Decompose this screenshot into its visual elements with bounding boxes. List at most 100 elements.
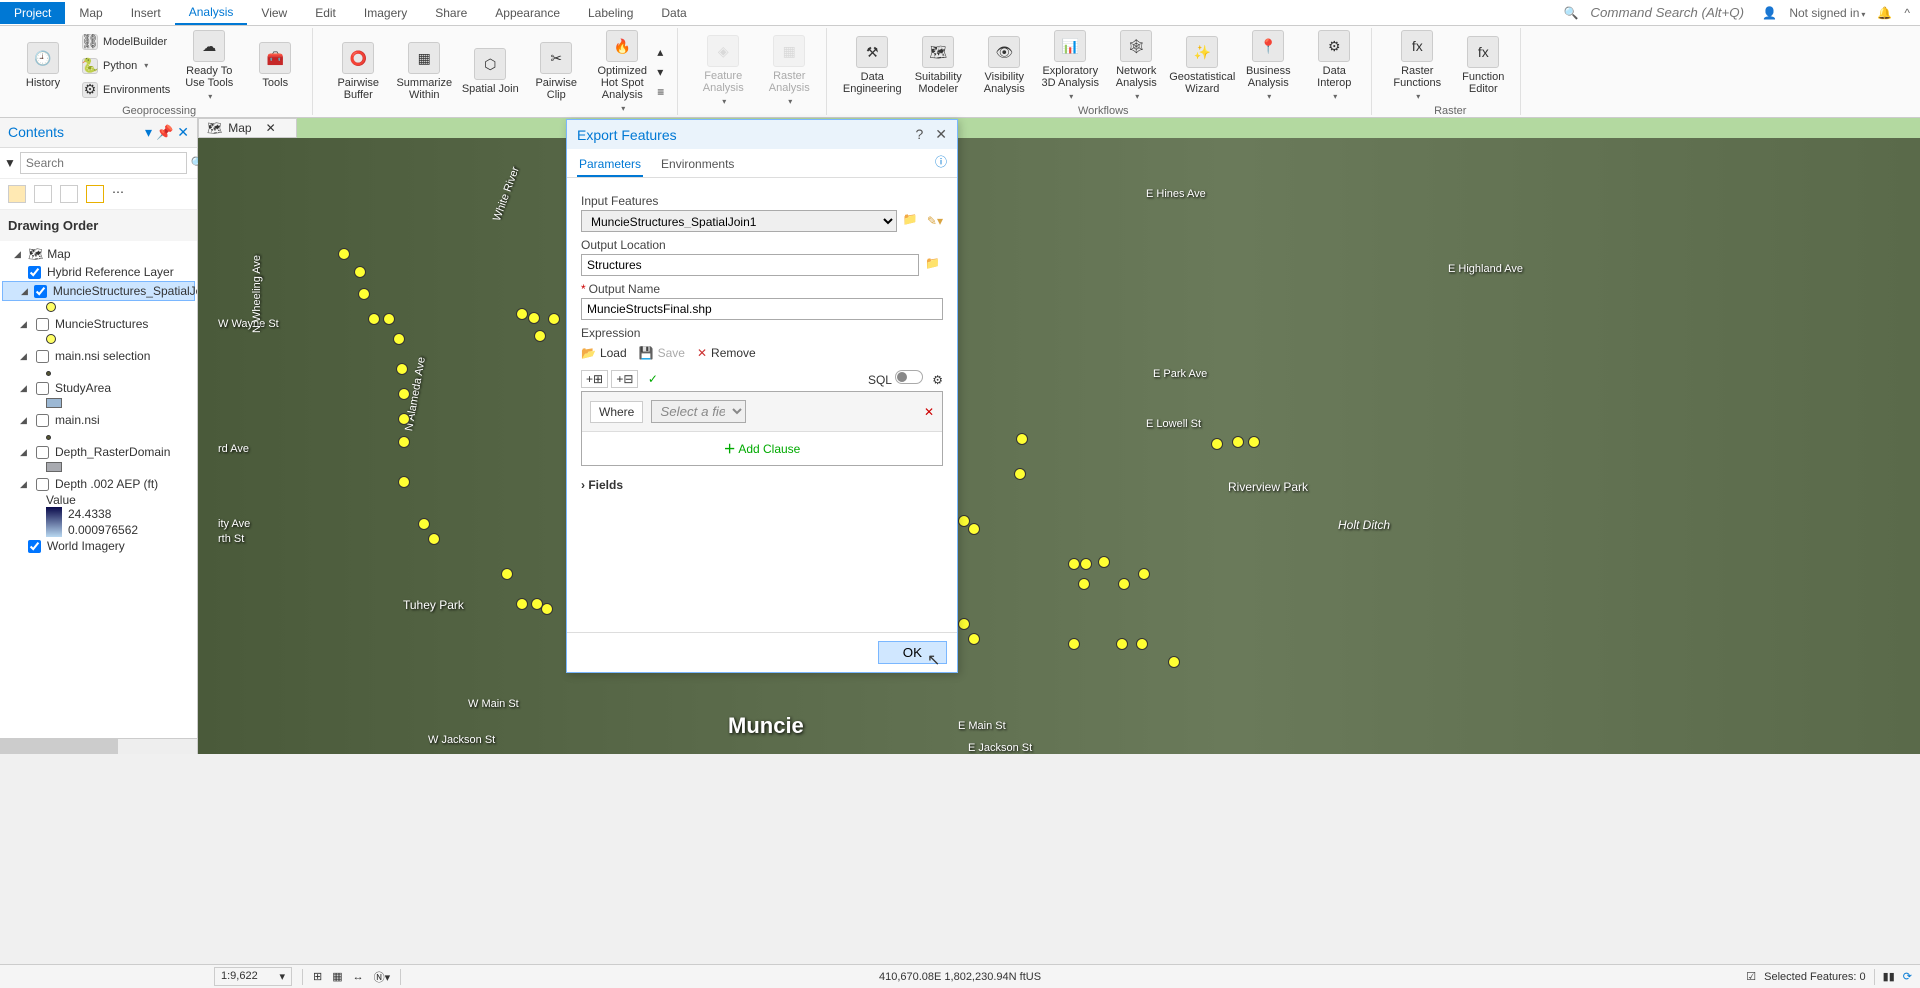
modelbuilder-button[interactable]: ⛓ModelBuilder [78, 31, 174, 53]
function-editor-button[interactable]: fxFunction Editor [1452, 34, 1514, 97]
geostatistical-wizard-button[interactable]: ✨Geostatistical Wizard [1171, 34, 1233, 97]
status-icon-1[interactable]: ⊞ [313, 970, 322, 983]
tools-gallery-up-icon[interactable]: ▴ [657, 45, 671, 59]
pane-options-icon[interactable]: ▾ [145, 124, 152, 140]
tools-gallery-more-icon[interactable]: ≡ [657, 85, 671, 99]
filter-icon[interactable]: ▼ [4, 156, 16, 170]
list-by-source-icon[interactable] [34, 185, 52, 203]
tools-button[interactable]: 🧰Tools [244, 40, 306, 91]
tab-labeling[interactable]: Labeling [574, 2, 647, 24]
layer-muncie-structures[interactable]: ◢MuncieStructures [2, 315, 195, 333]
output-name-input[interactable] [581, 298, 943, 320]
list-by-selection-icon[interactable] [60, 185, 78, 203]
layer-spatial-join-checkbox[interactable] [34, 285, 47, 298]
settings-gear-icon 2[interactable]: ⚙ [932, 373, 943, 387]
suitability-modeler-button[interactable]: 🗺Suitability Modeler [907, 34, 969, 97]
python-button[interactable]: 🐍Python [78, 55, 174, 77]
tab-insert[interactable]: Insert [117, 2, 175, 24]
layer-main-nsi[interactable]: ◢main.nsi [2, 411, 195, 429]
layer-hybrid-checkbox[interactable] [28, 266, 41, 279]
layer-depth-aep-checkbox[interactable] [36, 478, 49, 491]
raster-functions-button[interactable]: fxRaster Functions [1386, 28, 1448, 103]
tab-imagery[interactable]: Imagery [350, 2, 421, 24]
visibility-analysis-button[interactable]: 👁Visibility Analysis [973, 34, 1035, 97]
refresh-icon[interactable]: ⟳ [1903, 970, 1912, 983]
pairwise-clip-button[interactable]: ✂Pairwise Clip [525, 40, 587, 103]
layer-depth-aep[interactable]: ◢Depth .002 AEP (ft) [2, 475, 195, 493]
history-button[interactable]: 🕘History [12, 40, 74, 91]
dialog-help-icon[interactable]: ? [915, 126, 923, 143]
browse-input-icon[interactable]: 📁 [903, 212, 921, 230]
summarize-within-button[interactable]: ▦Summarize Within [393, 40, 455, 103]
dialog-tab-parameters[interactable]: Parameters [577, 153, 643, 177]
map-view[interactable]: 🗺Map ✕ W Wayne St W Main St E Main St W … [198, 118, 1920, 754]
data-engineering-button[interactable]: ⚒Data Engineering [841, 34, 903, 97]
remove-expression-button[interactable]: ✕Remove [697, 346, 756, 360]
input-features-dropdown[interactable]: MuncieStructures_SpatialJoin1 [581, 210, 897, 232]
select-field-dropdown[interactable]: Select a field [651, 400, 746, 423]
layer-study-area-checkbox[interactable] [36, 382, 49, 395]
spatial-join-button[interactable]: ⬡Spatial Join [459, 46, 521, 97]
tab-project[interactable]: Project [0, 2, 65, 24]
list-by-drawing-order-icon[interactable] [8, 185, 26, 203]
optimized-hotspot-button[interactable]: 🔥Optimized Hot Spot Analysis [591, 28, 653, 115]
layer-spatial-join[interactable]: ◢MuncieStructures_SpatialJoi [2, 281, 195, 301]
ready-to-use-tools-button[interactable]: ☁Ready To Use Tools [178, 28, 240, 103]
layer-world-imagery-checkbox[interactable] [28, 540, 41, 553]
tab-share[interactable]: Share [421, 2, 481, 24]
list-by-editing-icon[interactable] [86, 185, 104, 203]
layer-depth-raster[interactable]: ◢Depth_RasterDomain [2, 443, 195, 461]
tab-edit[interactable]: Edit [301, 2, 350, 24]
dialog-info-icon[interactable]: ⓘ [935, 153, 947, 177]
status-icon-3[interactable]: ↔ [353, 971, 364, 983]
edit-input-icon[interactable]: ✎▾ [927, 214, 943, 228]
layer-muncie-structures-checkbox[interactable] [36, 318, 49, 331]
scale-selector[interactable]: 1:9,622▾ [214, 967, 292, 986]
exploratory-3d-button[interactable]: 📊Exploratory 3D Analysis [1039, 28, 1101, 103]
selection-icon[interactable]: ☑ [1746, 970, 1756, 983]
more-options-icon[interactable]: ⋯ [112, 185, 124, 203]
business-analysis-button[interactable]: 📍Business Analysis [1237, 28, 1299, 103]
notifications-icon[interactable]: 🔔 [1877, 6, 1892, 20]
pairwise-buffer-button[interactable]: ⭕Pairwise Buffer [327, 40, 389, 103]
contents-search-input[interactable] [20, 152, 187, 174]
load-expression-button[interactable]: 📂Load [581, 346, 627, 360]
tab-appearance[interactable]: Appearance [481, 2, 574, 24]
dialog-close-icon[interactable]: ✕ [935, 126, 947, 143]
dialog-tab-environments[interactable]: Environments [659, 153, 736, 177]
add-group-icon[interactable]: +⊞ [581, 370, 608, 388]
remove-clause-icon[interactable]: ✕ [924, 405, 934, 419]
layer-study-area[interactable]: ◢StudyArea [2, 379, 195, 397]
layer-nsi-selection[interactable]: ◢main.nsi selection [2, 347, 195, 365]
tools-gallery-down-icon[interactable]: ▾ [657, 65, 671, 79]
layer-depth-raster-checkbox[interactable] [36, 446, 49, 459]
layer-world-imagery[interactable]: World Imagery [2, 537, 195, 555]
map-tab-close-icon[interactable]: ✕ [266, 121, 276, 135]
output-location-input[interactable] [581, 254, 919, 276]
command-search-input[interactable] [1590, 5, 1750, 20]
layer-main-nsi-checkbox[interactable] [36, 414, 49, 427]
tab-map[interactable]: Map [65, 2, 116, 24]
pause-drawing-icon[interactable]: ▮▮ [1883, 970, 1895, 983]
tab-analysis[interactable]: Analysis [175, 1, 248, 25]
map-view-tab[interactable]: 🗺Map ✕ [198, 118, 297, 138]
map-node[interactable]: ◢🗺Map [2, 245, 195, 263]
verify-icon[interactable]: ✓ [648, 372, 658, 386]
add-subgroup-icon[interactable]: +⊟ [611, 370, 638, 388]
browse-output-location-icon[interactable]: 📁 [925, 256, 943, 274]
status-icon-2[interactable]: ▦ [332, 970, 342, 983]
contents-scrollbar[interactable] [0, 738, 197, 754]
data-interop-button[interactable]: ⚙Data Interop [1303, 28, 1365, 103]
map-canvas[interactable]: W Wayne St W Main St E Main St W Jackson… [198, 138, 1920, 754]
layer-hybrid-reference[interactable]: Hybrid Reference Layer [2, 263, 195, 281]
network-analysis-button[interactable]: 🕸Network Analysis [1105, 28, 1167, 103]
pane-close-icon[interactable]: ✕ [177, 124, 189, 140]
environments-button[interactable]: ⚙Environments [78, 79, 174, 101]
fields-expander[interactable]: › Fields [581, 478, 943, 492]
signin-dropdown[interactable]: Not signed in [1789, 6, 1865, 20]
collapse-ribbon-icon[interactable]: ^ [1904, 6, 1910, 20]
tab-data[interactable]: Data [647, 2, 700, 24]
status-icon-4[interactable]: Ⓝ▾ [374, 969, 391, 985]
tab-view[interactable]: View [247, 2, 301, 24]
pane-pin-icon[interactable]: 📌 [156, 124, 173, 140]
